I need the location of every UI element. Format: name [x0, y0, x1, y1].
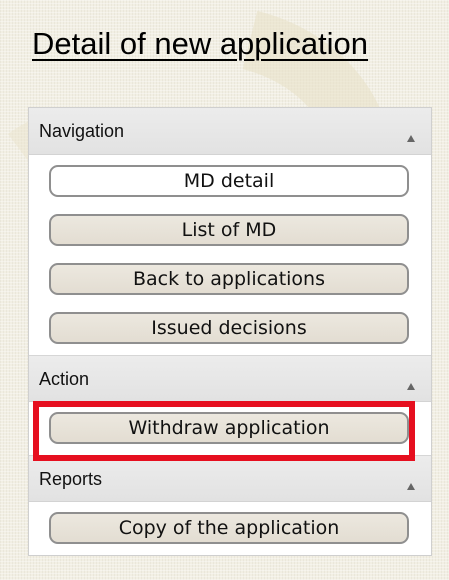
- section-title-action: Action: [39, 369, 90, 389]
- caret-up-icon[interactable]: [407, 383, 415, 390]
- sidebar-panel: Navigation MD detail List of MD Back to …: [28, 107, 432, 556]
- caret-up-icon[interactable]: [407, 135, 415, 142]
- issued-decisions-button[interactable]: Issued decisions: [49, 312, 409, 344]
- section-header-navigation[interactable]: Navigation: [29, 108, 431, 155]
- back-to-applications-button[interactable]: Back to applications: [49, 263, 409, 295]
- caret-up-icon[interactable]: [407, 483, 415, 490]
- section-body-action: Withdraw application: [29, 402, 431, 455]
- withdraw-application-button[interactable]: Withdraw application: [49, 412, 409, 444]
- section-body-navigation: MD detail List of MD Back to application…: [29, 155, 431, 355]
- section-title-navigation: Navigation: [39, 121, 125, 141]
- section-header-action[interactable]: Action: [29, 355, 431, 402]
- section-body-reports: Copy of the application: [29, 502, 431, 555]
- copy-of-application-button[interactable]: Copy of the application: [49, 512, 409, 544]
- list-of-md-button[interactable]: List of MD: [49, 214, 409, 246]
- page-title: Detail of new application: [32, 26, 369, 61]
- section-title-reports: Reports: [39, 469, 103, 489]
- md-detail-button[interactable]: MD detail: [49, 165, 409, 197]
- section-header-reports[interactable]: Reports: [29, 455, 431, 502]
